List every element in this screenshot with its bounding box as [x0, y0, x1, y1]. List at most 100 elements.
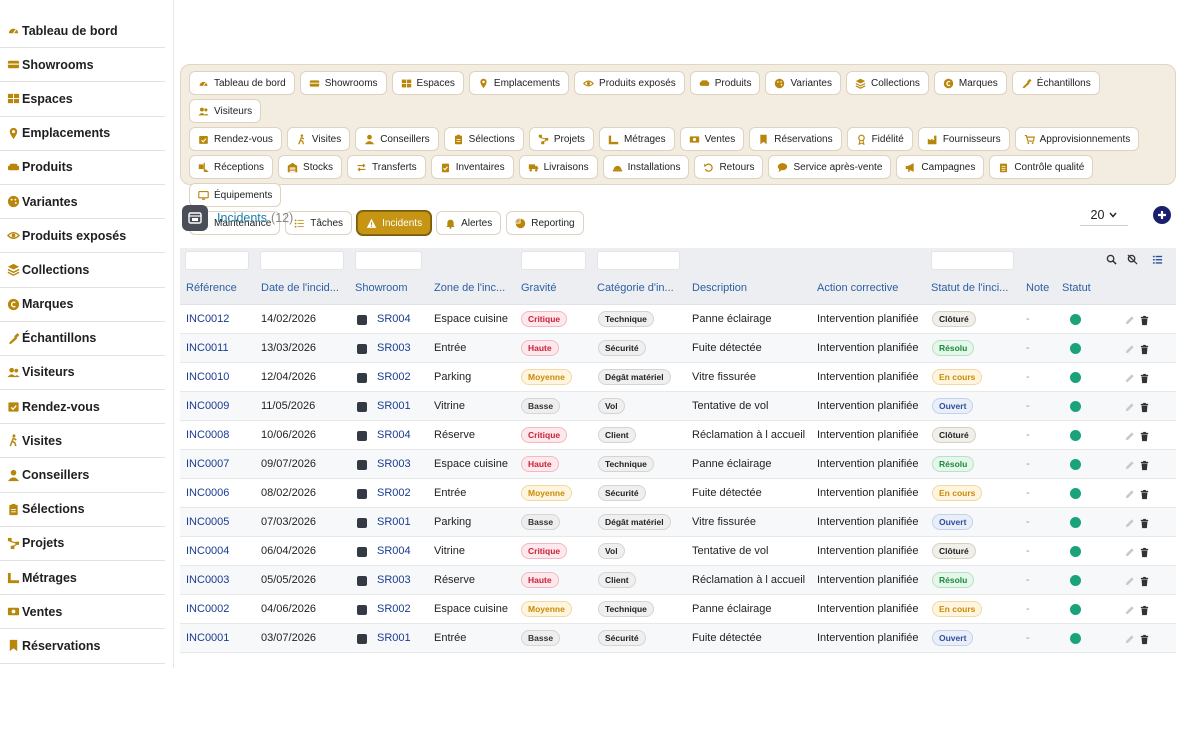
edit-icon[interactable] — [1124, 313, 1135, 331]
nav-chip-showrooms[interactable]: Showrooms — [299, 71, 387, 95]
nav-chip-produits[interactable]: Produits — [689, 71, 761, 95]
sidebar-item-r-servations[interactable]: Réservations — [0, 629, 165, 664]
trash-icon[interactable] — [1139, 458, 1150, 476]
nav-chip-installations[interactable]: Installations — [602, 155, 690, 179]
nav-chip-approvisionnements[interactable]: Approvisionnements — [1014, 127, 1140, 151]
trash-icon[interactable] — [1139, 400, 1150, 418]
column-header[interactable]: Note — [1026, 282, 1049, 294]
nav-chip-variantes[interactable]: Variantes — [765, 71, 841, 95]
table-row[interactable]: INC0006 08/02/2026 SR002 Entrée Moyenne … — [180, 479, 1176, 508]
nav-chip-campagnes[interactable]: Campagnes — [896, 155, 985, 179]
clear-filter-icon[interactable] — [1127, 254, 1138, 268]
edit-icon[interactable] — [1124, 545, 1135, 563]
column-filter-input[interactable] — [355, 251, 422, 270]
showroom-link[interactable]: SR002 — [377, 487, 411, 499]
column-filter-input[interactable] — [597, 251, 680, 270]
showroom-link[interactable]: SR003 — [377, 342, 411, 354]
edit-icon[interactable] — [1124, 371, 1135, 389]
sidebar-item-tableau-de-bord[interactable]: Tableau de bord — [0, 14, 165, 49]
edit-icon[interactable] — [1124, 342, 1135, 360]
sidebar-item-conseillers[interactable]: Conseillers — [0, 458, 165, 493]
sidebar-item-produits-expos-s[interactable]: Produits exposés — [0, 219, 165, 254]
incident-reference-link[interactable]: INC0011 — [186, 342, 229, 354]
column-header[interactable]: Action corrective — [817, 282, 898, 294]
incident-reference-link[interactable]: INC0001 — [186, 632, 229, 644]
showroom-link[interactable]: SR002 — [377, 603, 411, 615]
page-size-select[interactable]: 20 — [1080, 204, 1128, 226]
incident-reference-link[interactable]: INC0004 — [186, 545, 229, 557]
column-header[interactable]: Description — [692, 282, 747, 294]
table-row[interactable]: INC0004 06/04/2026 SR004 Vitrine Critiqu… — [180, 537, 1176, 566]
nav-chip-collections[interactable]: Collections — [845, 71, 929, 95]
nav-chip-visites[interactable]: Visites — [286, 127, 351, 151]
trash-icon[interactable] — [1139, 516, 1150, 534]
nav-chip-service-apr-s-vente[interactable]: Service après-vente — [768, 155, 892, 179]
sidebar-item-visites[interactable]: Visites — [0, 424, 165, 459]
sidebar-item-marques[interactable]: Marques — [0, 288, 165, 322]
nav-chip-produits-expos-s[interactable]: Produits exposés — [574, 71, 685, 95]
incident-reference-link[interactable]: INC0012 — [186, 313, 229, 325]
edit-icon[interactable] — [1124, 574, 1135, 592]
nav-chip-projets[interactable]: Projets — [528, 127, 594, 151]
column-filter-input[interactable] — [931, 251, 1014, 270]
showroom-link[interactable]: SR004 — [377, 313, 411, 325]
nav-chip-r-ceptions[interactable]: Réceptions — [189, 155, 274, 179]
trash-icon[interactable] — [1139, 313, 1150, 331]
incident-reference-link[interactable]: INC0010 — [186, 371, 229, 383]
incident-reference-link[interactable]: INC0003 — [186, 574, 229, 586]
nav-chip-tableau-de-bord[interactable]: Tableau de bord — [189, 71, 295, 95]
nav-chip--chantillons[interactable]: Échantillons — [1011, 71, 1100, 95]
table-row[interactable]: INC0001 03/07/2026 SR001 Entrée Basse Sé… — [180, 624, 1176, 653]
table-row[interactable]: INC0003 05/05/2026 SR003 Réserve Haute C… — [180, 566, 1176, 595]
column-filter-input[interactable] — [521, 251, 586, 270]
column-header[interactable]: Gravité — [521, 282, 556, 294]
table-row[interactable]: INC0008 10/06/2026 SR004 Réserve Critiqu… — [180, 421, 1176, 450]
showroom-link[interactable]: SR004 — [377, 545, 411, 557]
table-row[interactable]: INC0007 09/07/2026 SR003 Espace cuisine … — [180, 450, 1176, 479]
incident-reference-link[interactable]: INC0006 — [186, 487, 229, 499]
showroom-link[interactable]: SR003 — [377, 458, 411, 470]
column-header[interactable]: Référence — [186, 282, 237, 294]
nav-chip-marques[interactable]: Marques — [933, 71, 1007, 95]
showroom-link[interactable]: SR002 — [377, 371, 411, 383]
edit-icon[interactable] — [1124, 516, 1135, 534]
column-header[interactable]: Catégorie d'in... — [597, 282, 674, 294]
nav-chip-inventaires[interactable]: Inventaires — [430, 155, 514, 179]
sidebar-item-espaces[interactable]: Espaces — [0, 82, 165, 117]
trash-icon[interactable] — [1139, 342, 1150, 360]
sidebar-item--chantillons[interactable]: Échantillons — [0, 322, 165, 356]
showroom-link[interactable]: SR004 — [377, 429, 411, 441]
column-header[interactable]: Showroom — [355, 282, 408, 294]
nav-chip-visiteurs[interactable]: Visiteurs — [189, 99, 262, 123]
nav-chip-alertes[interactable]: Alertes — [436, 211, 502, 235]
sidebar-item-visiteurs[interactable]: Visiteurs — [0, 356, 165, 391]
column-header[interactable]: Zone de l'inc... — [434, 282, 505, 294]
edit-icon[interactable] — [1124, 487, 1135, 505]
nav-chip-reporting[interactable]: Reporting — [506, 211, 584, 235]
nav-chip-conseillers[interactable]: Conseillers — [355, 127, 439, 151]
column-filter-input[interactable] — [185, 251, 249, 270]
trash-icon[interactable] — [1139, 371, 1150, 389]
edit-icon[interactable] — [1124, 632, 1135, 650]
column-list-icon[interactable] — [1152, 254, 1163, 268]
incident-reference-link[interactable]: INC0005 — [186, 516, 229, 528]
table-row[interactable]: INC0011 13/03/2026 SR003 Entrée Haute Sé… — [180, 334, 1176, 363]
nav-chip-transferts[interactable]: Transferts — [347, 155, 426, 179]
nav-chip--quipements[interactable]: Équipements — [189, 183, 282, 207]
incident-reference-link[interactable]: INC0009 — [186, 400, 229, 412]
nav-chip-m-trages[interactable]: Métrages — [598, 127, 675, 151]
nav-chip-espaces[interactable]: Espaces — [391, 71, 464, 95]
edit-icon[interactable] — [1124, 458, 1135, 476]
search-icon[interactable] — [1106, 254, 1117, 268]
sidebar-item-ventes[interactable]: Ventes — [0, 595, 165, 630]
table-row[interactable]: INC0010 12/04/2026 SR002 Parking Moyenne… — [180, 363, 1176, 392]
sidebar-item-variantes[interactable]: Variantes — [0, 185, 165, 220]
showroom-link[interactable]: SR001 — [377, 632, 411, 644]
trash-icon[interactable] — [1139, 545, 1150, 563]
nav-chip-livraisons[interactable]: Livraisons — [518, 155, 598, 179]
showroom-link[interactable]: SR001 — [377, 400, 411, 412]
table-row[interactable]: INC0009 11/05/2026 SR001 Vitrine Basse V… — [180, 392, 1176, 421]
sidebar-item-rendez-vous[interactable]: Rendez-vous — [0, 390, 165, 425]
nav-chip-fournisseurs[interactable]: Fournisseurs — [917, 127, 1010, 151]
sidebar-item-collections[interactable]: Collections — [0, 253, 165, 288]
